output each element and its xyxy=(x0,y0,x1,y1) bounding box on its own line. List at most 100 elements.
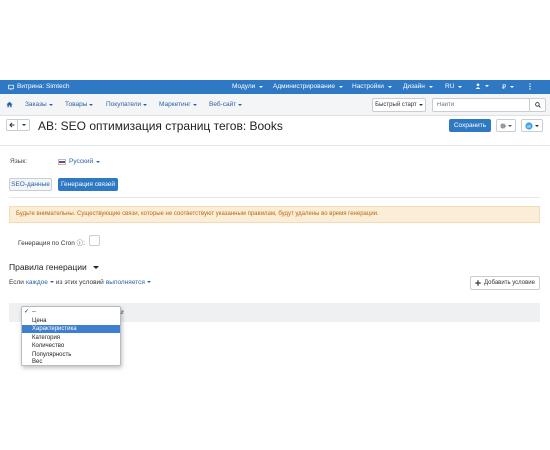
more-vertical-icon xyxy=(529,83,531,90)
dropdown-option-highlighted[interactable]: Характеристика xyxy=(22,325,120,333)
gear-icon xyxy=(500,122,506,129)
condition-every-select[interactable]: каждое xyxy=(26,279,54,286)
cron-label-text: Генерация по Cron xyxy=(18,240,75,247)
back-button[interactable] xyxy=(6,119,18,131)
dropdown-option[interactable]: Цена xyxy=(22,317,120,325)
menu-website-label: Веб-сайт xyxy=(209,101,237,108)
option-label: -- xyxy=(32,309,36,315)
menu-more[interactable] xyxy=(528,83,532,90)
option-label: Цена xyxy=(32,317,47,324)
add-condition-label: Добавить условие xyxy=(484,280,535,286)
cron-label: Генерация по Cron ⓘ: xyxy=(18,240,85,247)
main-menu-bar: Заказы Товары Покупатели Маркетинг Веб-с… xyxy=(0,94,550,116)
top-admin-bar: Витрина: Simtech Модули Администрировани… xyxy=(0,80,550,94)
menu-products[interactable]: Товары xyxy=(65,101,94,108)
user-icon xyxy=(475,83,481,89)
divider xyxy=(9,197,540,198)
option-label: Вес xyxy=(32,359,43,365)
chevron-down-icon xyxy=(428,85,433,88)
checkmark-icon: ✓ xyxy=(24,309,30,315)
add-condition-button[interactable]: Добавить условие xyxy=(470,276,540,290)
chevron-down-icon xyxy=(49,281,54,284)
chevron-down-icon xyxy=(192,103,197,106)
menu-customers[interactable]: Покупатели xyxy=(106,101,148,108)
svg-text:ab: ab xyxy=(527,123,532,128)
menu-orders-label: Заказы xyxy=(25,101,47,108)
chevron-down-icon xyxy=(508,124,512,127)
dropdown-option[interactable]: Количество xyxy=(22,342,120,350)
plus-icon xyxy=(475,280,481,286)
addon-logo-button[interactable]: ab xyxy=(521,119,543,132)
menu-user[interactable] xyxy=(475,83,489,89)
chevron-down-icon xyxy=(48,103,53,106)
chevron-down-icon xyxy=(458,85,463,88)
menu-website[interactable]: Веб-сайт xyxy=(209,101,243,108)
chevron-down-icon xyxy=(535,124,539,127)
dropdown-option[interactable]: Вес xyxy=(22,358,120,366)
back-menu-button[interactable] xyxy=(18,119,30,131)
menu-language-label: RU xyxy=(445,83,455,90)
storefront-link[interactable]: Витрина: Simtech xyxy=(8,83,70,90)
condition-every-label: каждое xyxy=(25,279,48,286)
dropdown-option[interactable]: ✓ -- xyxy=(22,308,120,316)
tab-link-generation[interactable]: Генерация связей xyxy=(58,178,118,191)
chevron-down-icon xyxy=(510,86,515,88)
condition-type-dropdown[interactable]: ✓ -- Цена Характеристика Категория Количе… xyxy=(21,306,121,366)
settings-button[interactable] xyxy=(496,119,516,132)
search-icon xyxy=(534,102,541,108)
tab-seo-data[interactable]: SEO-данные xyxy=(9,178,52,191)
chevron-down-icon xyxy=(21,124,26,126)
storefront-label: Витрина: Simtech xyxy=(17,83,70,90)
menu-orders[interactable]: Заказы xyxy=(25,101,53,108)
cron-checkbox[interactable] xyxy=(89,235,100,246)
storefront-icon xyxy=(8,84,14,90)
chevron-down-icon xyxy=(338,85,343,88)
quick-start-label: Быстрый старт xyxy=(375,102,417,108)
rules-section-toggle[interactable]: Правила генерации xyxy=(9,262,99,272)
save-button[interactable]: Сохранить xyxy=(449,119,491,132)
currency-icon: ₽ xyxy=(502,84,507,91)
condition-state-select[interactable]: выполняется xyxy=(106,279,151,286)
menu-modules[interactable]: Модули xyxy=(232,83,264,90)
chevron-down-icon xyxy=(96,160,101,163)
option-label: Характеристика xyxy=(32,326,77,332)
menu-marketing-label: Маркетинг xyxy=(159,101,191,108)
menu-administration-label: Администрирование xyxy=(273,83,335,90)
quick-start-button[interactable]: Быстрый старт xyxy=(372,98,426,112)
search-input[interactable] xyxy=(432,98,530,112)
russia-flag-icon xyxy=(58,158,66,165)
chevron-down-icon xyxy=(143,103,148,106)
home-link[interactable] xyxy=(6,101,13,108)
dropdown-option[interactable]: Категория xyxy=(22,334,120,342)
menu-design[interactable]: Дизайн xyxy=(403,83,433,90)
menu-marketing[interactable]: Маркетинг xyxy=(159,101,197,108)
chevron-down-icon xyxy=(418,104,423,106)
question-icon: ⓘ xyxy=(76,240,84,247)
language-value: Русский xyxy=(69,158,94,165)
menu-language[interactable]: RU xyxy=(445,83,463,90)
menu-settings-label: Настройки xyxy=(352,83,384,90)
language-selector[interactable]: Русский xyxy=(58,158,101,165)
arrow-left-icon xyxy=(9,122,15,128)
menu-customers-label: Покупатели xyxy=(106,101,142,108)
home-icon xyxy=(6,101,13,108)
chevron-down-icon xyxy=(387,85,392,88)
menu-currency[interactable]: ₽ xyxy=(502,83,515,91)
select-arrows-icon: ⇵ xyxy=(120,310,125,316)
chevron-down-icon xyxy=(259,85,264,88)
menu-settings[interactable]: Настройки xyxy=(352,83,392,90)
chevron-down-icon xyxy=(89,103,94,106)
condition-middle: из этих условий xyxy=(55,279,104,286)
language-label: Язык: xyxy=(10,158,27,165)
option-label: Категория xyxy=(32,334,61,341)
menu-administration[interactable]: Администрирование xyxy=(273,83,343,90)
menu-modules-label: Модули xyxy=(232,83,256,90)
search-button[interactable] xyxy=(529,98,546,112)
condition-state-label: выполняется xyxy=(105,279,145,286)
condition-prefix: Если xyxy=(9,279,24,286)
page-title: AB: SEO оптимизация страниц тегов: Books xyxy=(38,119,283,133)
menu-products-label: Товары xyxy=(65,101,88,108)
chevron-down-icon xyxy=(92,265,99,269)
addon-logo-icon: ab xyxy=(525,121,533,130)
option-label: Количество xyxy=(32,343,65,349)
